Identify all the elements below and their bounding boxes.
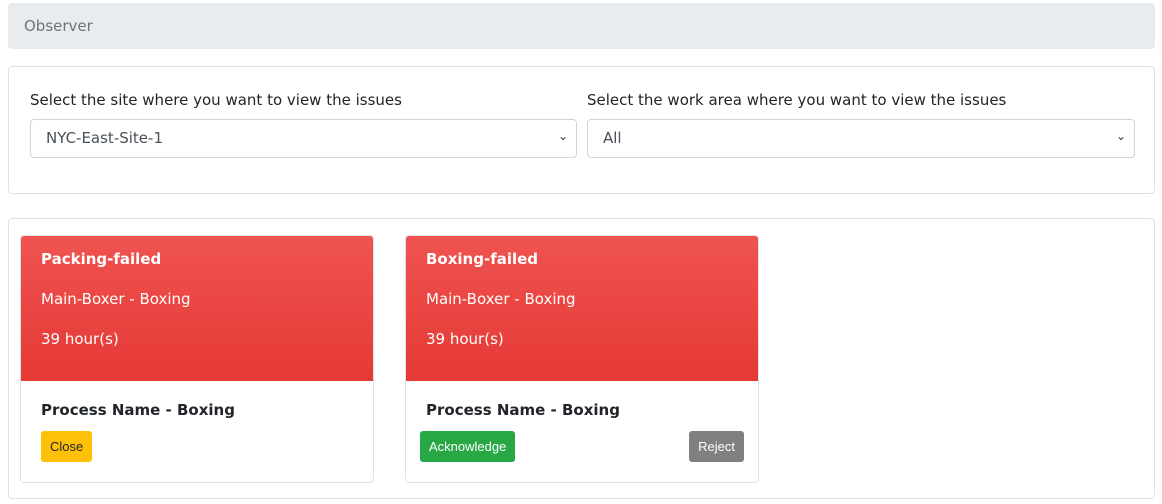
area-label: Select the work area where you want to v… xyxy=(587,91,1007,109)
chevron-down-icon: ⌄ xyxy=(1115,129,1126,143)
issue-card-header: Boxing-failed Main-Boxer - Boxing 39 hou… xyxy=(406,236,758,381)
close-button[interactable]: Close xyxy=(41,431,93,462)
issue-card: Packing-failed Main-Boxer - Boxing 39 ho… xyxy=(20,235,374,483)
area-select-value: All xyxy=(603,129,622,147)
issue-location: Main-Boxer - Boxing xyxy=(426,290,576,308)
issue-duration: 39 hour(s) xyxy=(426,330,504,348)
issue-location: Main-Boxer - Boxing xyxy=(41,290,191,308)
issue-title: Packing-failed xyxy=(41,250,162,268)
issues-panel: Packing-failed Main-Boxer - Boxing 39 ho… xyxy=(8,218,1155,499)
breadcrumb-item: Observer xyxy=(24,17,93,35)
site-select[interactable]: NYC-East-Site-1 ⌄ xyxy=(30,119,577,158)
acknowledge-button[interactable]: Acknowledge xyxy=(420,431,516,462)
issue-duration: 39 hour(s) xyxy=(41,330,119,348)
process-name: Process Name - Boxing xyxy=(426,401,620,419)
process-name: Process Name - Boxing xyxy=(41,401,235,419)
area-select[interactable]: All ⌄ xyxy=(587,119,1135,158)
issue-title: Boxing-failed xyxy=(426,250,539,268)
filter-panel: Select the site where you want to view t… xyxy=(8,66,1155,194)
reject-button[interactable]: Reject xyxy=(689,431,744,462)
site-label: Select the site where you want to view t… xyxy=(30,91,402,109)
site-select-value: NYC-East-Site-1 xyxy=(46,129,163,147)
chevron-down-icon: ⌄ xyxy=(557,129,568,143)
breadcrumb: Observer xyxy=(8,3,1155,49)
issue-card: Boxing-failed Main-Boxer - Boxing 39 hou… xyxy=(405,235,759,483)
issue-card-header: Packing-failed Main-Boxer - Boxing 39 ho… xyxy=(21,236,373,381)
